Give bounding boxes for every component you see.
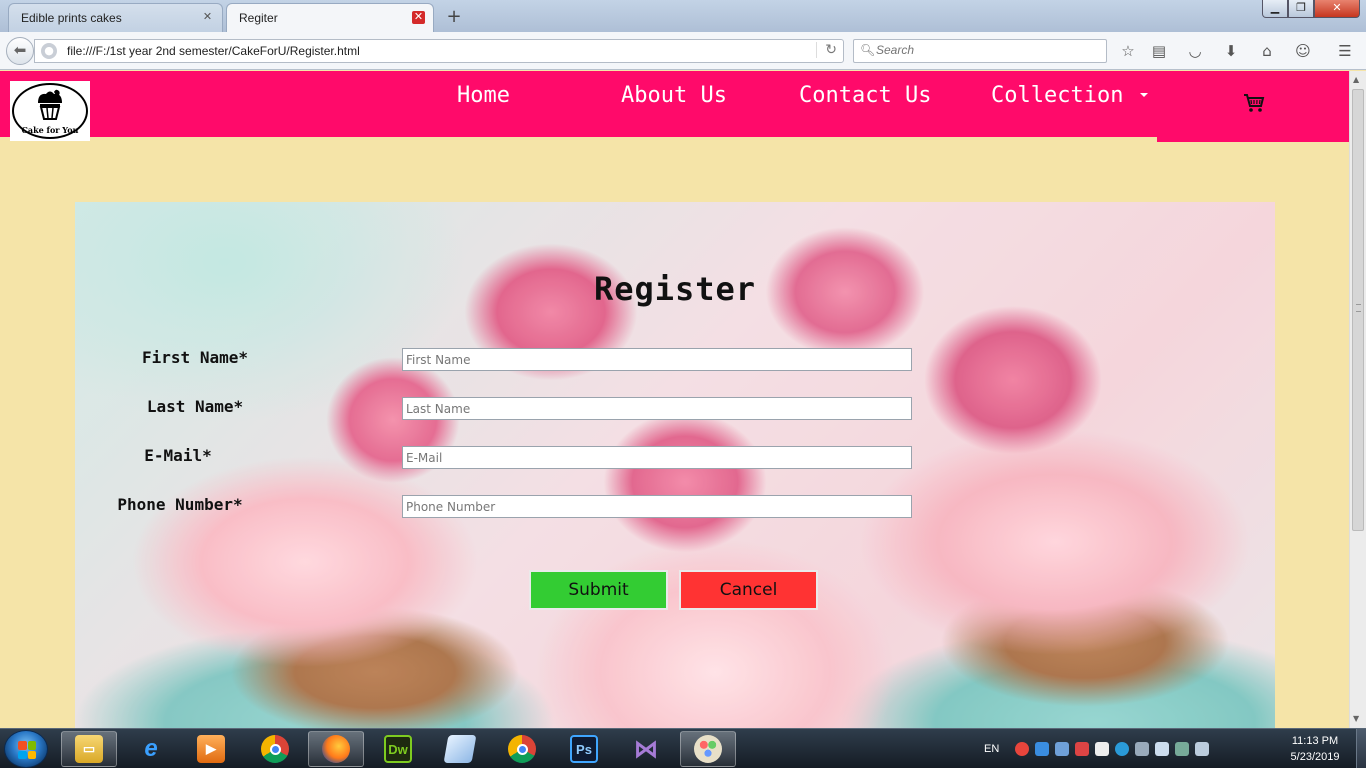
reading-list-icon[interactable]: ▤ [1149, 41, 1169, 61]
volume-icon[interactable] [1155, 742, 1170, 756]
media-player-icon: ▶ [197, 735, 225, 763]
taskbar-notepad[interactable] [432, 731, 488, 767]
clock-date: 5/23/2019 [1290, 751, 1340, 763]
nav-about-us[interactable]: About Us [621, 83, 727, 108]
photoshop-icon: Ps [570, 735, 598, 763]
paint-icon [694, 735, 722, 763]
browser-tab-bar: Edible prints cakes ✕ Regiter ✕ + ▁ ❐ ✕ [0, 0, 1366, 32]
cancel-button[interactable]: Cancel [679, 570, 818, 610]
cupcake-logo-icon [38, 89, 62, 120]
scroll-down-icon[interactable]: ▼ [1353, 714, 1359, 723]
notepad-icon [443, 735, 477, 763]
dreamweaver-icon: Dw [384, 735, 412, 763]
visual-studio-icon: ⋈ [634, 735, 658, 763]
tab-title: Edible prints cakes [21, 11, 122, 25]
nav-collection[interactable]: Collection [991, 83, 1123, 108]
taskbar-photoshop[interactable]: Ps [556, 731, 612, 767]
taskbar-chrome[interactable] [247, 731, 303, 767]
menu-icon[interactable]: ☰ [1335, 41, 1355, 61]
search-icon: 🔍︎ [860, 43, 876, 57]
usb-icon[interactable] [1135, 742, 1150, 756]
nav-home[interactable]: Home [457, 83, 510, 108]
reload-icon[interactable]: ↻ [816, 42, 837, 58]
system-tray: EN [984, 729, 1210, 768]
start-button[interactable] [4, 730, 48, 768]
search-bar[interactable]: 🔍︎ [853, 39, 1107, 63]
browser-tab-register[interactable]: Regiter ✕ [226, 3, 434, 32]
phone-number-label: Phone Number* [117, 495, 243, 514]
chrome-tray-icon[interactable] [1015, 742, 1030, 756]
caret-down-icon[interactable] [1140, 93, 1148, 97]
network-icon[interactable] [1195, 742, 1210, 756]
power-icon[interactable] [1175, 742, 1190, 756]
browser-navigation-bar: ⬅ ● file:///F:/1st year 2nd semester/Cak… [0, 32, 1366, 70]
new-tab-button[interactable]: + [444, 6, 464, 27]
page-title: Register [593, 270, 757, 308]
close-tab-icon[interactable]: ✕ [201, 11, 214, 24]
address-bar[interactable]: ● file:///F:/1st year 2nd semester/CakeF… [34, 39, 844, 63]
tab-title: Regiter [239, 11, 278, 25]
home-icon[interactable]: ⌂ [1257, 41, 1277, 61]
sync-icon[interactable] [1115, 742, 1130, 756]
first-name-label: First Name* [142, 348, 248, 367]
close-tab-icon[interactable]: ✕ [412, 11, 425, 24]
site-identity-icon[interactable]: ● [41, 43, 57, 59]
site-logo[interactable]: Cake for You [10, 81, 90, 141]
url-text[interactable]: file:///F:/1st year 2nd semester/CakeFor… [67, 44, 360, 58]
chrome-icon [261, 735, 289, 763]
register-panel: Register First Name* Last Name* E-Mail* … [75, 202, 1275, 728]
windows-logo-icon [18, 741, 36, 759]
chrome-alt-icon [508, 735, 536, 763]
header-accent-strip [1157, 137, 1349, 142]
phone-number-field[interactable] [402, 495, 912, 518]
site-header: Cake for You Home About Us Contact Us Co… [0, 71, 1349, 141]
chat-icon[interactable]: ☺ [1293, 41, 1313, 61]
scrollbar-thumb[interactable] [1352, 89, 1364, 531]
taskbar-chrome-alt[interactable] [494, 731, 550, 767]
minimize-button[interactable]: ▁ [1262, 0, 1288, 18]
firefox-icon [322, 735, 350, 763]
show-desktop-button[interactable] [1356, 729, 1366, 768]
taskbar-internet-explorer[interactable]: e [123, 731, 179, 767]
scrollbar-grip-icon [1356, 304, 1361, 312]
clock-time: 11:13 PM [1291, 735, 1339, 747]
download-icon[interactable]: ⬇ [1221, 41, 1241, 61]
file-explorer-icon: ▭ [75, 735, 103, 763]
internet-explorer-icon: e [144, 735, 158, 762]
bookmark-star-icon[interactable]: ☆ [1118, 41, 1138, 61]
nav-contact-us[interactable]: Contact Us [799, 83, 931, 108]
taskbar-paint[interactable] [680, 731, 736, 767]
first-name-field[interactable] [402, 348, 912, 371]
logo-text: Cake for You [21, 125, 79, 135]
submit-button[interactable]: Submit [529, 570, 668, 610]
email-label: E-Mail* [144, 446, 212, 465]
search-input[interactable] [876, 43, 1101, 57]
vertical-scrollbar[interactable]: ▲ ▼ [1349, 71, 1366, 728]
email-field[interactable] [402, 446, 912, 469]
pocket-icon[interactable]: ◡ [1185, 41, 1205, 61]
flag-icon[interactable] [1075, 742, 1090, 756]
restore-button[interactable]: ❐ [1288, 0, 1314, 18]
close-window-button[interactable]: ✕ [1314, 0, 1360, 18]
browser-tab-edible-prints[interactable]: Edible prints cakes ✕ [8, 3, 223, 32]
taskbar-dreamweaver[interactable]: Dw [370, 731, 426, 767]
taskbar-media-player[interactable]: ▶ [183, 731, 239, 767]
last-name-label: Last Name* [146, 397, 244, 416]
scroll-up-icon[interactable]: ▲ [1353, 75, 1359, 84]
display-icon[interactable] [1055, 742, 1070, 756]
windows-taskbar: ▭ e ▶ Dw Ps ⋈ EN 11:13 PM 5/23/2019 [0, 728, 1366, 768]
last-name-field[interactable] [402, 397, 912, 420]
language-indicator[interactable]: EN [984, 743, 999, 755]
system-clock[interactable]: 11:13 PM 5/23/2019 [1280, 733, 1350, 765]
network-adapter-icon[interactable] [1035, 742, 1050, 756]
shopping-cart-icon[interactable] [1243, 93, 1265, 113]
back-button[interactable]: ⬅ [6, 37, 34, 65]
device-icon[interactable] [1095, 742, 1110, 756]
taskbar-visual-studio[interactable]: ⋈ [618, 731, 674, 767]
page-viewport: Cake for You Home About Us Contact Us Co… [0, 71, 1349, 728]
taskbar-firefox[interactable] [308, 731, 364, 767]
taskbar-file-explorer[interactable]: ▭ [61, 731, 117, 767]
